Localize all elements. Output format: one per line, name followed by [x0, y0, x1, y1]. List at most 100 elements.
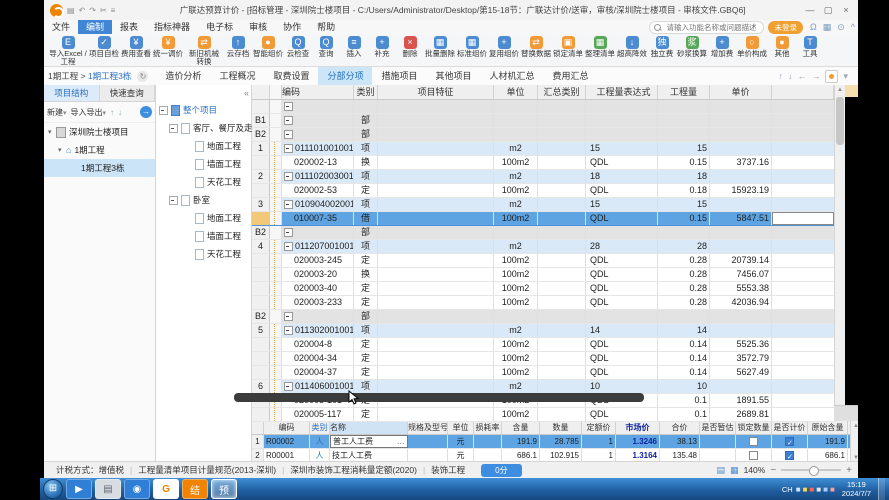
project-tree-node[interactable]: 1期工程3栋 — [44, 159, 155, 177]
grid-row[interactable]: 020004-8 定 100m2 QDL 0.14 5525.36 — [252, 338, 834, 352]
grid-column-header[interactable]: 汇总类别 — [538, 85, 586, 99]
grid-row[interactable]: 020003-20 换 100m2 QDL 0.28 7456.07 — [252, 268, 834, 282]
menu-item[interactable]: 审核 — [241, 20, 275, 34]
start-button[interactable]: ⊞ — [43, 479, 63, 499]
tray-icon[interactable]: ■ — [830, 485, 835, 494]
apps-grid-icon[interactable]: ▦ — [820, 22, 835, 33]
search-input[interactable] — [664, 22, 759, 33]
resource-column-header[interactable]: 类别 — [310, 421, 330, 434]
move-down-icon[interactable]: ↓ — [118, 108, 122, 117]
scroll-up-icon[interactable]: ▲ — [835, 85, 845, 95]
scrollbar-thumb[interactable] — [836, 97, 844, 145]
org-tree-node[interactable]: 墙面工程 — [156, 227, 251, 245]
show-desktop-button[interactable] — [878, 478, 885, 500]
ribbon-button[interactable]: E 导入Excel /工程 — [49, 36, 87, 66]
breadcrumb[interactable]: 1期工程 > 1期工程3栋 — [44, 70, 135, 82]
ribbon-button[interactable]: 浆 砂浆换算 — [677, 36, 707, 58]
ribbon-button[interactable]: T 工具 — [797, 36, 823, 58]
ribbon-button[interactable]: ⇄ 替换数据 — [521, 36, 551, 58]
org-tree-node[interactable]: 客厅、餐厅及走道 — [156, 119, 251, 137]
ribbon-button[interactable]: Q 云检查 — [285, 36, 311, 58]
view-tab[interactable]: 费用汇总 — [544, 67, 598, 85]
ribbon-button[interactable]: + 复用组价 — [489, 36, 519, 58]
resource-column-header[interactable]: 合价 — [660, 421, 700, 434]
restore-button[interactable]: ▢ — [820, 3, 836, 17]
new-button[interactable]: 新建▾ — [47, 107, 67, 118]
resource-column-header[interactable]: 定额价 — [582, 421, 616, 434]
menu-item[interactable]: 指标神器 — [146, 20, 198, 34]
collapse-icon[interactable] — [284, 144, 293, 153]
org-toggle-icon[interactable] — [169, 196, 178, 205]
org-tree-node[interactable]: 墙面工程 — [156, 155, 251, 173]
grid-row[interactable]: 010007-35 借 100m2 QDL 0.15 5847.51 — [252, 212, 834, 226]
grid-column-header[interactable]: 单价 — [710, 85, 772, 99]
lock-qty-checkbox[interactable] — [749, 451, 758, 460]
collapse-icon[interactable] — [284, 326, 293, 335]
grid-horizontal-scrollbar[interactable] — [234, 393, 644, 402]
headset-icon[interactable]: Ω — [807, 22, 820, 32]
locate-icon[interactable]: → — [140, 106, 152, 118]
level-left-icon[interactable]: ← — [797, 71, 806, 81]
resource-row[interactable]: 1 R00002 人 普工人工费… 元 191.9 28.785 1 — [252, 435, 850, 449]
estimate-checkbox[interactable] — [713, 437, 722, 446]
grid-row[interactable]: 4 011207001001 项 m2 28 28 — [252, 240, 834, 254]
resource-column-header[interactable]: 锁定数量 — [736, 421, 772, 434]
ribbon-button[interactable]: ▦ 标准组价 — [457, 36, 487, 58]
project-tree-node[interactable]: 深圳院士楼项目 — [44, 123, 155, 141]
grid-row[interactable]: 3 010904002001 项 m2 15 15 — [252, 198, 834, 212]
menu-item[interactable]: 编制 — [78, 20, 112, 34]
collapse-ribbon-icon[interactable]: ^ — [848, 22, 858, 32]
collapse-icon[interactable] — [284, 130, 293, 139]
resource-column-header[interactable]: 是否暂估 — [700, 421, 736, 434]
org-toggle-icon[interactable] — [169, 124, 178, 133]
grid-row[interactable]: 020003-245 定 100m2 QDL 0.28 20739.14 — [252, 254, 834, 268]
collapse-icon[interactable] — [284, 172, 293, 181]
tray-icon[interactable]: ■ — [816, 485, 821, 494]
tree-expand-icon[interactable] — [48, 128, 56, 136]
level-right-icon[interactable]: → — [811, 71, 820, 81]
org-tree-node[interactable]: 地面工程 — [156, 137, 251, 155]
search-box[interactable] — [649, 21, 764, 34]
grid-row[interactable]: 020002-53 定 100m2 QDL 0.18 15923.19 — [252, 184, 834, 198]
grid-row[interactable]: 020004-37 定 100m2 QDL 0.14 5627.49 — [252, 366, 834, 380]
menu-item[interactable]: 文件 — [44, 20, 78, 34]
ribbon-button[interactable]: × 删除 — [397, 36, 423, 58]
ribbon-button[interactable]: + 补充 — [369, 36, 395, 58]
taskbar-app[interactable]: 预 — [211, 479, 237, 499]
menu-item[interactable]: 报表 — [112, 20, 146, 34]
estimate-checkbox[interactable] — [713, 451, 722, 460]
ribbon-button[interactable]: Q 查询 — [313, 36, 339, 58]
ribbon-button[interactable]: ¥ 统一调价 — [153, 36, 183, 58]
redo-icon[interactable]: ↷ — [89, 6, 96, 15]
ribbon-button[interactable]: ○ 单价构成 — [737, 36, 767, 58]
menu-item[interactable]: 电子标 — [198, 20, 241, 34]
view-tab[interactable]: 分部分项 — [318, 67, 372, 85]
resource-column-header[interactable]: 损耗率 — [474, 421, 502, 434]
collapse-icon[interactable] — [284, 102, 293, 111]
menu-item[interactable]: 帮助 — [309, 20, 343, 34]
grid-column-header[interactable]: 单位 — [494, 85, 538, 99]
resource-column-header[interactable]: 市场价 — [616, 421, 660, 434]
grid-row[interactable]: 020003-40 定 100m2 QDL 0.28 5553.38 — [252, 282, 834, 296]
resource-vertical-scrollbar[interactable]: ▲ ▼ — [850, 421, 858, 463]
taskbar-app[interactable]: ◉ — [124, 479, 150, 499]
collapse-icon[interactable] — [284, 312, 293, 321]
ribbon-button[interactable]: ✓ 项目自检 — [89, 36, 119, 58]
resource-column-header[interactable]: 编码 — [264, 421, 310, 434]
login-button[interactable]: 未登录 — [768, 21, 803, 34]
zoom-slider-knob[interactable] — [809, 466, 819, 476]
grid-row[interactable]: B1 部 — [252, 114, 834, 128]
grid-column-header[interactable]: 工程量 — [658, 85, 710, 99]
grid-row[interactable]: B2 部 — [252, 128, 834, 142]
cut-icon[interactable]: ✂ — [100, 6, 107, 15]
resource-column-header[interactable]: 数量 — [540, 421, 582, 434]
ribbon-button[interactable]: 独 独立费 — [649, 36, 675, 58]
view-tab[interactable]: 工程概况 — [210, 67, 264, 85]
grid-row[interactable]: B2 部 — [252, 226, 834, 240]
sidebar-tab[interactable]: 快速查询 — [100, 85, 156, 101]
grid-row[interactable]: 020002-13 换 100m2 QDL 0.15 3737.16 — [252, 156, 834, 170]
grid-column-header[interactable]: 编码 — [282, 85, 354, 99]
more-button[interactable]: … — [397, 435, 405, 448]
display-options-icon[interactable] — [825, 70, 838, 83]
taskbar-clock[interactable]: 15:19 2024/7/7 — [838, 480, 875, 498]
